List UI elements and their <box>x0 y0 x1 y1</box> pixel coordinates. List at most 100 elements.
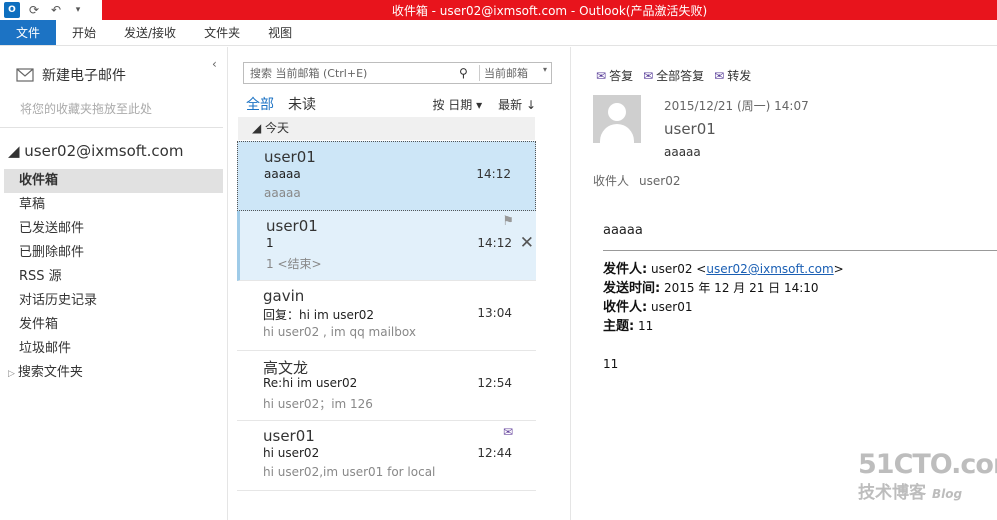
customize-qat-icon[interactable]: ▾ <box>70 2 86 18</box>
new-mail-button[interactable]: 新建电子邮件 <box>16 65 126 85</box>
search-input[interactable]: 搜索 当前邮箱 (Ctrl+E) ⚲ 当前邮箱 ▾ <box>243 62 552 84</box>
search-scope-label: 当前邮箱 <box>484 67 528 80</box>
forward-icon: ✉ <box>714 68 725 83</box>
message-preview: hi user02；im 126 <box>263 397 373 411</box>
delete-icon[interactable]: ✕ <box>520 233 534 253</box>
tab-view[interactable]: 视图 <box>254 20 306 45</box>
title-bar: O ⟳ ↶ ▾ 收件箱 - user02@ixmsoft.com - Outlo… <box>0 0 997 20</box>
sort-controls: 按 日期 ▾ 最新 ↓ <box>432 96 536 113</box>
quote-sent-value: 2015 年 12 月 21 日 14:10 <box>660 281 819 295</box>
avatar-head <box>608 103 626 121</box>
forward-label: 转发 <box>727 69 752 83</box>
tab-home[interactable]: 开始 <box>56 20 110 45</box>
forward-button[interactable]: ✉ 转发 <box>714 67 751 84</box>
message-preview: aaaaa <box>264 186 301 200</box>
message-preview: 1 <结束> <box>266 257 322 271</box>
message-sender: user01 <box>266 217 318 235</box>
divider <box>0 127 223 128</box>
folder-drafts[interactable]: 草稿 <box>4 193 223 217</box>
tab-send-receive[interactable]: 发送/接收 <box>110 20 190 45</box>
list-item[interactable]: gavin 回复：hi im user02 hi user02 , im qq … <box>237 281 536 351</box>
send-receive-icon[interactable]: ⟳ <box>26 2 42 18</box>
message-list-pane: 搜索 当前邮箱 (Ctrl+E) ⚲ 当前邮箱 ▾ 全部 未读 按 日期 ▾ 最新… <box>229 47 571 520</box>
sender-avatar <box>593 95 641 143</box>
message-preview: hi user02 , im qq mailbox <box>263 325 416 339</box>
message-subject: aaaaa <box>264 167 301 181</box>
sort-by-date[interactable]: 按 日期 ▾ <box>432 96 482 113</box>
reply-button[interactable]: ✉ 答复 <box>596 67 633 84</box>
folder-junk[interactable]: 垃圾邮件 <box>4 337 223 361</box>
message-from[interactable]: user01 <box>664 120 716 138</box>
flag-icon[interactable]: ⚑ <box>502 214 514 229</box>
folder-search-folders-label: 搜索文件夹 <box>17 365 83 380</box>
message-subject-header: aaaaa <box>664 145 701 159</box>
quote-divider <box>603 250 997 251</box>
folder-deleted[interactable]: 已删除邮件 <box>4 241 223 265</box>
reply-all-label: 全部答复 <box>656 69 705 83</box>
list-item[interactable]: user01 1 1 <结束> 14:12 ⚑ ✕ <box>237 211 536 281</box>
watermark-line2: 技术博客 Blog <box>858 478 993 503</box>
filter-all[interactable]: 全部 <box>246 94 274 114</box>
quote-from-label: 发件人: <box>603 262 648 277</box>
folder-list: 收件箱 草稿 已发送邮件 已删除邮件 RSS 源 对话历史记录 发件箱 垃圾邮件… <box>4 169 223 385</box>
message-subject: hi user02 <box>263 446 320 460</box>
quote-from-name: user02 < <box>647 262 707 276</box>
new-mail-icon <box>16 68 34 82</box>
filter-unread[interactable]: 未读 <box>288 94 316 114</box>
message-recipients: 收件人 user02 <box>593 172 690 189</box>
quote-to-value: user01 <box>647 300 693 314</box>
undo-icon[interactable]: ↶ <box>48 2 64 18</box>
list-item[interactable]: user01 hi user02 hi user02,im user01 for… <box>237 421 536 491</box>
quick-access-toolbar: O ⟳ ↶ ▾ <box>0 0 102 20</box>
folder-outbox[interactable]: 发件箱 <box>4 313 223 337</box>
favorites-hint: 将您的收藏夹拖放至此处 <box>20 102 153 116</box>
folder-inbox[interactable]: 收件箱 <box>4 169 223 193</box>
quote-sent-label: 发送时间: <box>603 281 661 296</box>
sort-order[interactable]: 最新 ↓ <box>498 96 536 113</box>
reply-icon: ✉ <box>596 68 607 83</box>
search-scope-dropdown[interactable]: 当前邮箱 ▾ <box>479 65 551 81</box>
new-mail-label: 新建电子邮件 <box>42 68 126 84</box>
message-time: 13:04 <box>477 306 512 320</box>
account-name[interactable]: ◢ user02@ixmsoft.com <box>8 142 183 160</box>
search-icon[interactable]: ⚲ <box>459 66 479 80</box>
quote-to-label: 收件人: <box>603 300 648 315</box>
ribbon-tabs: 文件 开始 发送/接收 文件夹 视图 <box>0 20 997 46</box>
replied-icon: ✉ <box>502 425 513 439</box>
to-value[interactable]: user02 <box>639 174 680 188</box>
avatar-body <box>600 124 634 143</box>
reply-all-icon: ✉ <box>643 68 654 83</box>
tab-folder[interactable]: 文件夹 <box>190 20 254 45</box>
message-time: 14:12 <box>476 167 511 181</box>
quote-from-close: > <box>833 262 844 276</box>
message-sender: user01 <box>263 427 315 445</box>
message-subject: 回复：hi im user02 <box>263 308 375 322</box>
watermark-line1: 51CTO.com <box>858 449 997 480</box>
message-subject: Re:hi im user02 <box>263 376 358 390</box>
list-item[interactable]: 高文龙 Re:hi im user02 hi user02；im 126 12:… <box>237 351 536 421</box>
filter-bar: 全部 未读 按 日期 ▾ 最新 ↓ <box>246 94 536 114</box>
list-item[interactable]: user01 aaaaa aaaaa 14:12 <box>237 141 536 211</box>
search-placeholder: 搜索 当前邮箱 (Ctrl+E) <box>250 67 368 80</box>
message-time: 12:44 <box>477 446 512 460</box>
expand-caret-icon[interactable]: ▷ <box>8 369 15 379</box>
folder-rss[interactable]: RSS 源 <box>4 265 223 289</box>
watermark-line3: Blog <box>932 487 963 501</box>
group-header-today[interactable]: ◢ 今天 <box>238 117 535 140</box>
reply-label: 答复 <box>609 69 634 83</box>
message-body: aaaaa <box>603 223 643 238</box>
tab-file[interactable]: 文件 <box>0 20 56 45</box>
quoted-body: 11 <box>603 357 619 371</box>
message-preview: hi user02,im user01 for local <box>263 465 436 479</box>
quote-subject-label: 主题: <box>603 319 635 334</box>
collapse-pane-icon[interactable]: ‹ <box>212 57 217 71</box>
folder-conversation-history[interactable]: 对话历史记录 <box>4 289 223 313</box>
reply-all-button[interactable]: ✉ 全部答复 <box>643 67 704 84</box>
message-sender: user01 <box>264 148 316 166</box>
message-date: 2015/12/21 (周一) 14:07 <box>664 99 809 113</box>
folder-sent[interactable]: 已发送邮件 <box>4 217 223 241</box>
watermark-logo: 51CTO.com 技术博客 Blog <box>858 449 997 511</box>
message-list: user01 aaaaa aaaaa 14:12 user01 1 1 <结束>… <box>237 141 536 491</box>
folder-search-folders[interactable]: ▷ 搜索文件夹 <box>4 361 223 385</box>
quote-from-email[interactable]: user02@ixmsoft.com <box>706 262 833 276</box>
